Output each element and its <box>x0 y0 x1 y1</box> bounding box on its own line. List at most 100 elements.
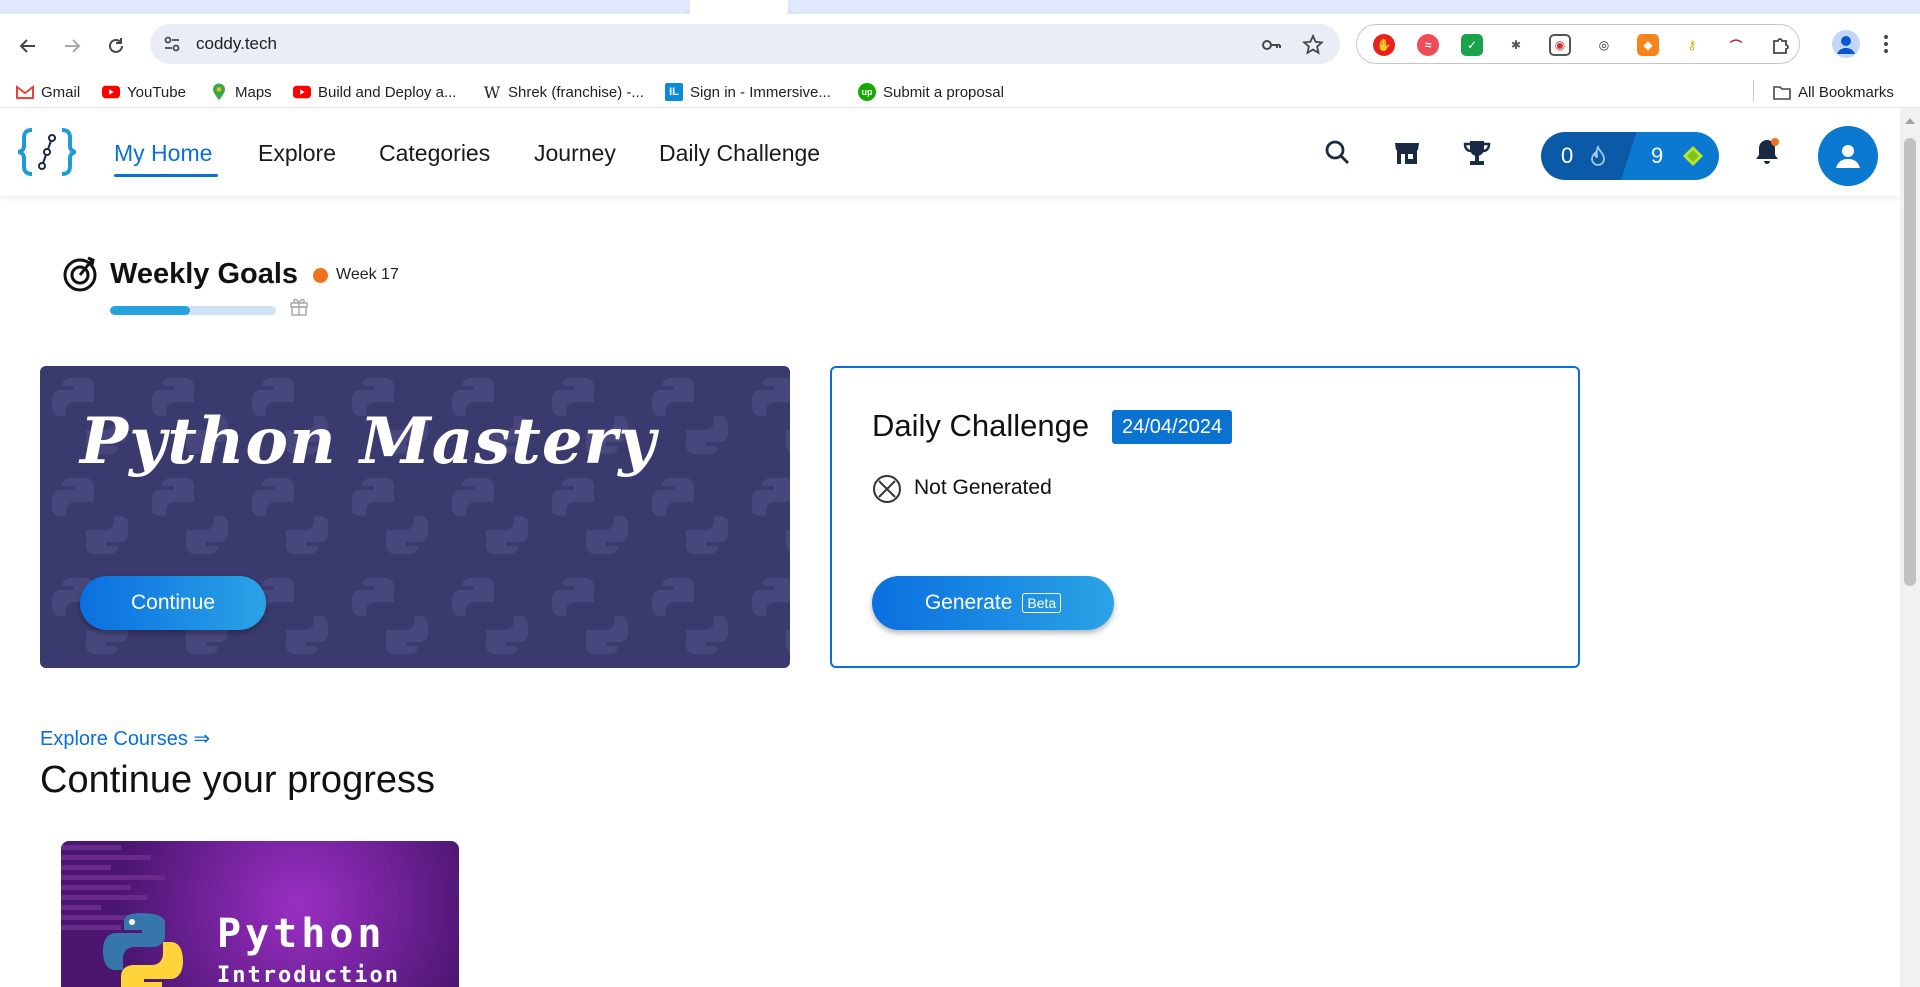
wikipedia-icon: W <box>483 82 501 102</box>
daily-challenge-date-badge: 24/04/2024 <box>1112 410 1233 444</box>
bookmark-label: Gmail <box>41 83 81 101</box>
user-avatar[interactable] <box>1818 126 1878 186</box>
all-bookmarks-label: All Bookmarks <box>1798 83 1894 101</box>
youtube-icon <box>293 83 311 101</box>
trophy-icon[interactable] <box>1462 138 1492 168</box>
beta-badge: Beta <box>1022 593 1062 613</box>
flame-icon <box>1589 144 1607 172</box>
bookmark-label: Submit a proposal <box>883 83 1004 101</box>
bookmark-label: Build and Deploy a... <box>318 83 457 101</box>
section-title: Continue your progress <box>40 759 435 801</box>
bookmarks-bar: Gmail YouTube Maps Build and Deploy a...… <box>0 74 1920 108</box>
python-logo-icon <box>103 913 183 987</box>
nav-active-underline <box>114 174 218 177</box>
forward-icon[interactable] <box>56 30 88 62</box>
weekly-goals-progress-fill <box>110 306 190 315</box>
scrollbar-thumb[interactable] <box>1904 138 1916 586</box>
page-content: My Home Explore Categories Journey Daily… <box>0 108 1900 987</box>
bookmarks-divider <box>1753 80 1754 102</box>
bug-extension-icon[interactable]: ✱ <box>1505 34 1527 56</box>
scroll-up-icon[interactable] <box>1905 118 1915 124</box>
puzzle-extensions-icon[interactable] <box>1769 34 1791 56</box>
site-settings-icon[interactable] <box>162 34 182 54</box>
bookmark-label: Sign in - Immersive... <box>690 83 831 101</box>
week-status-dot <box>313 268 328 283</box>
bookmark-proposal[interactable]: up Submit a proposal <box>858 81 1004 103</box>
spy-extension-icon[interactable]: ◎ <box>1593 34 1615 56</box>
weekly-goals-progress <box>110 306 276 315</box>
gem-icon <box>1682 145 1704 172</box>
url-text[interactable]: coddy.tech <box>196 34 277 54</box>
weekly-goals-icon <box>61 254 99 292</box>
address-bar[interactable]: coddy.tech <box>150 24 1340 64</box>
bookmark-label: YouTube <box>127 83 186 101</box>
daily-challenge-card: Daily Challenge 24/04/2024 Not Generated… <box>830 366 1580 668</box>
nav-explore[interactable]: Explore <box>258 140 336 167</box>
tab-inactive-right[interactable] <box>788 0 1920 14</box>
banner-title: Python Mastery <box>80 404 657 479</box>
maps-icon <box>210 83 228 101</box>
coddy-logo-icon[interactable] <box>12 126 82 178</box>
bookmark-label: Shrek (franchise) -... <box>508 83 644 101</box>
extension-icon[interactable]: ⌒ <box>1725 34 1747 56</box>
adblock-extension-icon[interactable]: ✋ <box>1373 34 1395 56</box>
notification-bell-icon[interactable] <box>1751 136 1783 168</box>
python-mastery-banner[interactable]: Python Mastery Continue <box>40 366 790 668</box>
reload-icon[interactable] <box>100 30 132 62</box>
tab-inactive-left[interactable] <box>0 0 690 14</box>
tab-strip <box>0 0 1920 14</box>
daily-challenge-title: Daily Challenge <box>872 408 1090 443</box>
immersive-icon: IL <box>665 83 683 101</box>
store-icon[interactable] <box>1392 138 1422 168</box>
search-icon[interactable] <box>1323 138 1353 168</box>
browser-profile-icon[interactable] <box>1832 30 1860 58</box>
gmail-icon <box>16 83 34 101</box>
gems-section <box>1621 132 1719 180</box>
extensions-area: ✋ ≈ ✓ ✱ ◉ ◎ ◆ ⚷ ⌒ <box>1356 24 1800 64</box>
key-extension-icon[interactable]: ⚷ <box>1681 34 1703 56</box>
browser-menu-icon[interactable] <box>1880 32 1892 56</box>
nav-categories[interactable]: Categories <box>379 140 490 167</box>
bookmark-immersive[interactable]: IL Sign in - Immersive... <box>665 81 831 103</box>
password-key-icon[interactable] <box>1260 34 1282 56</box>
not-generated-icon <box>872 474 902 504</box>
metamask-extension-icon[interactable]: ◆ <box>1637 34 1659 56</box>
site-header: My Home Explore Categories Journey Daily… <box>0 108 1900 196</box>
capture-extension-icon[interactable]: ◉ <box>1549 34 1571 56</box>
course-subtitle: Introduction <box>217 963 400 987</box>
upwork-icon: up <box>858 83 876 101</box>
gems-count: 9 <box>1651 143 1664 168</box>
weekly-goals-title: Weekly Goals <box>110 258 299 290</box>
bookmark-gmail[interactable]: Gmail <box>16 81 80 103</box>
bookmark-star-icon[interactable] <box>1302 33 1324 56</box>
user-icon <box>1836 145 1860 168</box>
explore-courses-link[interactable]: Explore Courses ⇒ <box>40 726 210 751</box>
back-icon[interactable] <box>12 30 44 62</box>
generate-button[interactable]: Generate Beta <box>872 576 1114 630</box>
browser-toolbar: coddy.tech ✋ ≈ ✓ ✱ ◉ ◎ ◆ ⚷ ⌒ <box>0 14 1920 74</box>
tab-active[interactable] <box>690 0 788 14</box>
streak-gems-pill[interactable]: 0 9 <box>1541 132 1719 180</box>
bookmark-label: Maps <box>235 83 272 101</box>
folder-icon <box>1773 83 1791 101</box>
extension-icon[interactable]: ≈ <box>1417 34 1439 56</box>
youtube-icon <box>102 83 120 101</box>
nav-daily-challenge[interactable]: Daily Challenge <box>659 140 820 167</box>
course-title: Python <box>217 911 386 957</box>
bookmark-maps[interactable]: Maps <box>210 81 272 103</box>
daily-challenge-status: Not Generated <box>914 476 1052 499</box>
bookmark-build-deploy[interactable]: Build and Deploy a... <box>293 81 456 103</box>
bookmark-shrek[interactable]: W Shrek (franchise) -... <box>483 81 644 103</box>
page-scrollbar[interactable] <box>1900 108 1920 987</box>
shield-extension-icon[interactable]: ✓ <box>1461 34 1483 56</box>
continue-button[interactable]: Continue <box>80 576 266 630</box>
nav-journey[interactable]: Journey <box>534 140 616 167</box>
bookmark-youtube[interactable]: YouTube <box>102 81 186 103</box>
generate-button-label: Generate <box>924 591 1013 614</box>
course-card-python-intro[interactable]: Python Introduction <box>61 841 459 987</box>
week-label: Week 17 <box>336 266 399 283</box>
all-bookmarks-button[interactable]: All Bookmarks <box>1773 81 1894 103</box>
streak-count: 0 <box>1561 143 1574 168</box>
nav-my-home[interactable]: My Home <box>114 140 212 167</box>
gift-icon[interactable] <box>289 296 309 316</box>
